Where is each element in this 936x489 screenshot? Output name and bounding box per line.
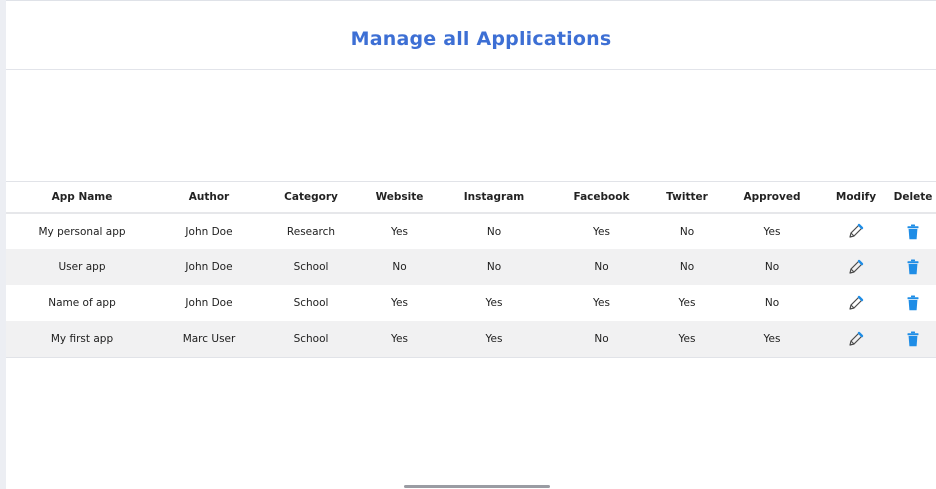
cell-instagram: No	[486, 225, 502, 238]
cell-author: Marc User	[182, 333, 236, 345]
trash-icon[interactable]	[902, 292, 924, 314]
column-header-modify: Modify	[835, 191, 877, 203]
cell-author: John Doe	[185, 297, 233, 309]
table-body: My personal app John Doe Research Yes No…	[6, 213, 936, 357]
cell-approved: Yes	[763, 225, 781, 238]
cell-category: School	[293, 333, 329, 345]
column-header-delete: Delete	[893, 191, 933, 203]
cell-delete	[890, 249, 936, 285]
page-title: Manage all Applications	[350, 28, 612, 50]
column-header-approved[interactable]: Approved	[722, 182, 822, 213]
cell-app-name: Name of app	[48, 297, 116, 309]
cell-twitter: No	[679, 225, 695, 238]
column-header-twitter[interactable]: Twitter	[652, 182, 722, 213]
cell-facebook: Yes	[593, 225, 610, 238]
cell-approved: Yes	[763, 333, 781, 345]
column-header-author[interactable]: Author	[158, 182, 260, 213]
cell-app-name: My first app	[50, 333, 114, 345]
pencil-icon[interactable]	[845, 256, 867, 278]
cell-delete	[890, 213, 936, 249]
column-header-app-name[interactable]: App Name	[6, 182, 158, 213]
cell-twitter: No	[679, 261, 695, 273]
cell-instagram: Yes	[485, 297, 503, 309]
cell-modify	[822, 321, 890, 357]
table-row[interactable]: Name of app John Doe School Yes Yes Yes …	[6, 285, 936, 321]
trash-icon[interactable]	[902, 328, 924, 350]
page-frame: Manage all Applications App Name Author	[6, 0, 936, 489]
cell-twitter: Yes	[678, 297, 696, 309]
cell-app-name: User app	[58, 261, 106, 273]
table-header-row: App Name Author Category Website Instagr…	[6, 182, 936, 213]
cell-category: Research	[286, 225, 336, 238]
cell-twitter: Yes	[678, 333, 696, 345]
column-header-facebook[interactable]: Facebook	[551, 182, 652, 213]
cell-modify	[822, 249, 890, 285]
cell-category: School	[293, 297, 329, 309]
pencil-icon[interactable]	[845, 292, 867, 314]
pencil-icon[interactable]	[845, 220, 867, 242]
column-header-instagram[interactable]: Instagram	[437, 182, 551, 213]
applications-table: App Name Author Category Website Instagr…	[6, 182, 936, 357]
cell-website: Yes	[391, 297, 408, 309]
cell-app-name: My personal app	[38, 225, 126, 238]
cell-website: Yes	[391, 225, 408, 238]
column-header-website[interactable]: Website	[362, 182, 437, 213]
cell-delete	[890, 285, 936, 321]
cell-instagram: No	[486, 261, 502, 273]
cell-category: School	[293, 261, 329, 273]
cell-facebook: No	[594, 333, 609, 345]
cell-modify	[822, 285, 890, 321]
applications-table-container: App Name Author Category Website Instagr…	[6, 181, 936, 358]
table-row[interactable]: User app John Doe School No No No No No	[6, 249, 936, 285]
cell-delete	[890, 321, 936, 357]
cell-website: No	[392, 261, 407, 273]
table-row[interactable]: My first app Marc User School Yes Yes No…	[6, 321, 936, 357]
cell-facebook: No	[594, 261, 609, 273]
cell-author: John Doe	[185, 225, 233, 238]
cell-approved: No	[764, 297, 780, 309]
trash-icon[interactable]	[902, 256, 924, 278]
cell-website: Yes	[391, 333, 408, 345]
cell-facebook: Yes	[593, 297, 610, 309]
cell-author: John Doe	[185, 261, 233, 273]
cell-instagram: Yes	[485, 333, 503, 345]
cell-approved: No	[764, 261, 780, 273]
trash-icon[interactable]	[902, 221, 924, 243]
table-row[interactable]: My personal app John Doe Research Yes No…	[6, 213, 936, 249]
column-header-category[interactable]: Category	[260, 182, 362, 213]
cell-modify	[822, 213, 890, 249]
pencil-icon[interactable]	[845, 328, 867, 350]
title-bar: Manage all Applications	[6, 9, 936, 70]
